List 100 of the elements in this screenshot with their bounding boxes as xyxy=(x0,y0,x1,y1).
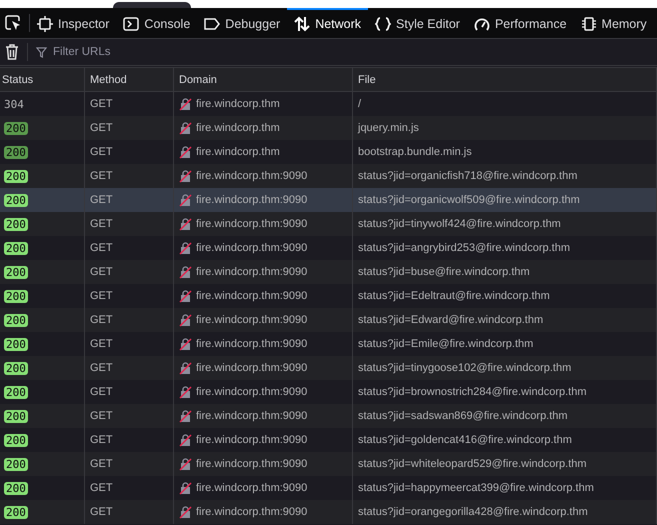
insecure-lock-icon xyxy=(179,98,192,110)
domain-text: fire.windcorp.thm:9090 xyxy=(196,314,308,326)
devtools-tab[interactable]: Style Editor xyxy=(368,8,467,38)
file-text: status?jid=tinygoose102@fire.windcorp.thm xyxy=(358,362,572,374)
request-row[interactable]: 200 GET fire.windcorp.thm:9090 status?jid=tinywolf424@fire.windcorp.thm xyxy=(0,212,657,236)
gauge-icon xyxy=(474,16,490,32)
request-row[interactable]: 200 GET fire.windcorp.thm:9090 status?jid=whiteleopard529@fire.windcorp.thm xyxy=(0,452,657,476)
domain-text: fire.windcorp.thm:9090 xyxy=(196,242,308,254)
debugger-icon xyxy=(204,16,220,32)
request-row[interactable]: 200 GET fire.windcorp.thm:9090 status?jid=organicfish718@fire.windcorp.thm xyxy=(0,164,657,188)
domain-text: fire.windcorp.thm:9090 xyxy=(196,170,308,182)
request-row[interactable]: 200 GET fire.windcorp.thm:9090 status?jid=buse@fire.windcorp.thm xyxy=(0,260,657,284)
domain-text: fire.windcorp.thm:9090 xyxy=(196,482,308,494)
status-badge: 200 xyxy=(4,506,28,518)
file-text: status?jid=orangegorilla428@fire.windcorp.thm xyxy=(358,506,588,518)
domain-text: fire.windcorp.thm:9090 xyxy=(196,194,308,206)
insecure-lock-icon xyxy=(179,266,192,278)
insecure-lock-icon xyxy=(179,338,192,350)
status-badge: 200 xyxy=(4,242,28,254)
insecure-lock-icon xyxy=(179,506,192,518)
file-text: status?jid=happymeercat399@fire.windcorp.thm xyxy=(358,482,594,494)
request-row[interactable]: 200 GET fire.windcorp.thm:9090 status?jid=organicwolf509@fire.windcorp.thm xyxy=(0,188,657,212)
request-row[interactable]: 200 GET fire.windcorp.thm:9090 status?jid=sadswan869@fire.windcorp.thm xyxy=(0,404,657,428)
request-row[interactable]: 200 GET fire.windcorp.thm:9090 status?jid=tinygoose102@fire.windcorp.thm xyxy=(0,356,657,380)
insecure-lock-icon xyxy=(179,146,192,158)
method-text: GET xyxy=(90,362,113,374)
domain-text: fire.windcorp.thm xyxy=(196,98,280,110)
method-text: GET xyxy=(90,266,113,278)
devtools-tab[interactable]: Memory xyxy=(574,8,654,38)
method-text: GET xyxy=(90,410,113,422)
request-row[interactable]: 200 GET fire.windcorp.thm jquery.min.js xyxy=(0,116,657,140)
method-text: GET xyxy=(90,482,113,494)
request-row[interactable]: 200 GET fire.windcorp.thm:9090 status?jid=Edward@fire.windcorp.thm xyxy=(0,308,657,332)
status-badge: 200 xyxy=(4,290,28,302)
filter-field[interactable]: Filter URLs xyxy=(51,45,355,59)
file-text: status?jid=Edward@fire.windcorp.thm xyxy=(358,314,544,326)
file-text: status?jid=Edeltraut@fire.windcorp.thm xyxy=(358,290,550,302)
element-picker-icon[interactable] xyxy=(5,15,21,31)
file-text: status?jid=brownostrich284@fire.windcorp.thm xyxy=(358,386,587,398)
status-badge: 200 xyxy=(4,266,28,278)
method-text: GET xyxy=(90,146,113,158)
file-text: status?jid=whiteleopard529@fire.windcorp.thm xyxy=(358,458,587,470)
method-text: GET xyxy=(90,338,113,350)
column-header[interactable]: Domain xyxy=(174,68,353,91)
insecure-lock-icon xyxy=(179,122,192,134)
file-text: status?jid=organicwolf509@fire.windcorp.thm xyxy=(358,194,580,206)
column-header[interactable]: Status xyxy=(0,68,85,91)
request-row[interactable]: 200 GET fire.windcorp.thm:9090 status?jid=orangegorilla428@fire.windcorp.thm xyxy=(0,500,657,524)
file-text: status?jid=Emile@fire.windcorp.thm xyxy=(358,338,534,350)
status-code: 304 xyxy=(4,98,24,110)
status-badge: 200 xyxy=(4,194,28,206)
column-header[interactable]: File xyxy=(353,68,657,91)
insecure-lock-icon xyxy=(179,242,192,254)
devtools-tab[interactable]: Debugger xyxy=(197,8,288,38)
method-text: GET xyxy=(90,170,113,182)
method-text: GET xyxy=(90,290,113,302)
chip-icon xyxy=(580,16,597,32)
file-text: bootstrap.bundle.min.js xyxy=(358,146,472,158)
status-badge: 200 xyxy=(4,482,28,494)
domain-text: fire.windcorp.thm:9090 xyxy=(196,458,308,470)
method-text: GET xyxy=(90,242,113,254)
status-badge: 200 xyxy=(4,218,28,230)
method-text: GET xyxy=(90,98,113,110)
trash-icon[interactable] xyxy=(5,44,19,60)
insecure-lock-icon xyxy=(179,194,192,206)
domain-text: fire.windcorp.thm:9090 xyxy=(196,362,308,374)
file-text: status?jid=tinywolf424@fire.windcorp.thm xyxy=(358,218,561,230)
domain-text: fire.windcorp.thm xyxy=(196,146,280,158)
domain-text: fire.windcorp.thm:9090 xyxy=(196,386,308,398)
devtools-tab[interactable]: Console xyxy=(116,8,198,38)
devtools-tab[interactable]: Performance xyxy=(466,8,574,38)
domain-text: fire.windcorp.thm xyxy=(196,122,280,134)
status-badge: 200 xyxy=(4,386,28,398)
file-text: status?jid=buse@fire.windcorp.thm xyxy=(358,266,530,278)
method-text: GET xyxy=(90,194,113,206)
insecure-lock-icon xyxy=(179,482,192,494)
insecure-lock-icon xyxy=(179,314,192,326)
column-header[interactable]: Method xyxy=(85,68,174,91)
insecure-lock-icon xyxy=(179,362,192,374)
file-text: jquery.min.js xyxy=(358,122,419,134)
status-badge: 200 xyxy=(4,410,28,422)
method-text: GET xyxy=(90,458,113,470)
domain-text: fire.windcorp.thm:9090 xyxy=(196,266,308,278)
file-text: status?jid=angrybird253@fire.windcorp.thm xyxy=(358,242,570,254)
arrows-icon xyxy=(294,16,310,32)
domain-text: fire.windcorp.thm:9090 xyxy=(196,434,308,446)
insecure-lock-icon xyxy=(179,218,192,230)
method-text: GET xyxy=(90,314,113,326)
insecure-lock-icon xyxy=(179,410,192,422)
insecure-lock-icon xyxy=(179,290,192,302)
method-text: GET xyxy=(90,506,113,518)
method-text: GET xyxy=(90,122,113,134)
status-badge: 200 xyxy=(4,434,28,446)
domain-text: fire.windcorp.thm:9090 xyxy=(196,338,308,350)
status-badge: 200 xyxy=(4,458,28,470)
devtools-tab[interactable]: Inspector xyxy=(30,8,116,38)
method-text: GET xyxy=(90,434,113,446)
inspector-icon xyxy=(37,16,53,32)
file-text: / xyxy=(358,98,362,110)
file-text: status?jid=organicfish718@fire.windcorp.thm xyxy=(358,170,578,182)
